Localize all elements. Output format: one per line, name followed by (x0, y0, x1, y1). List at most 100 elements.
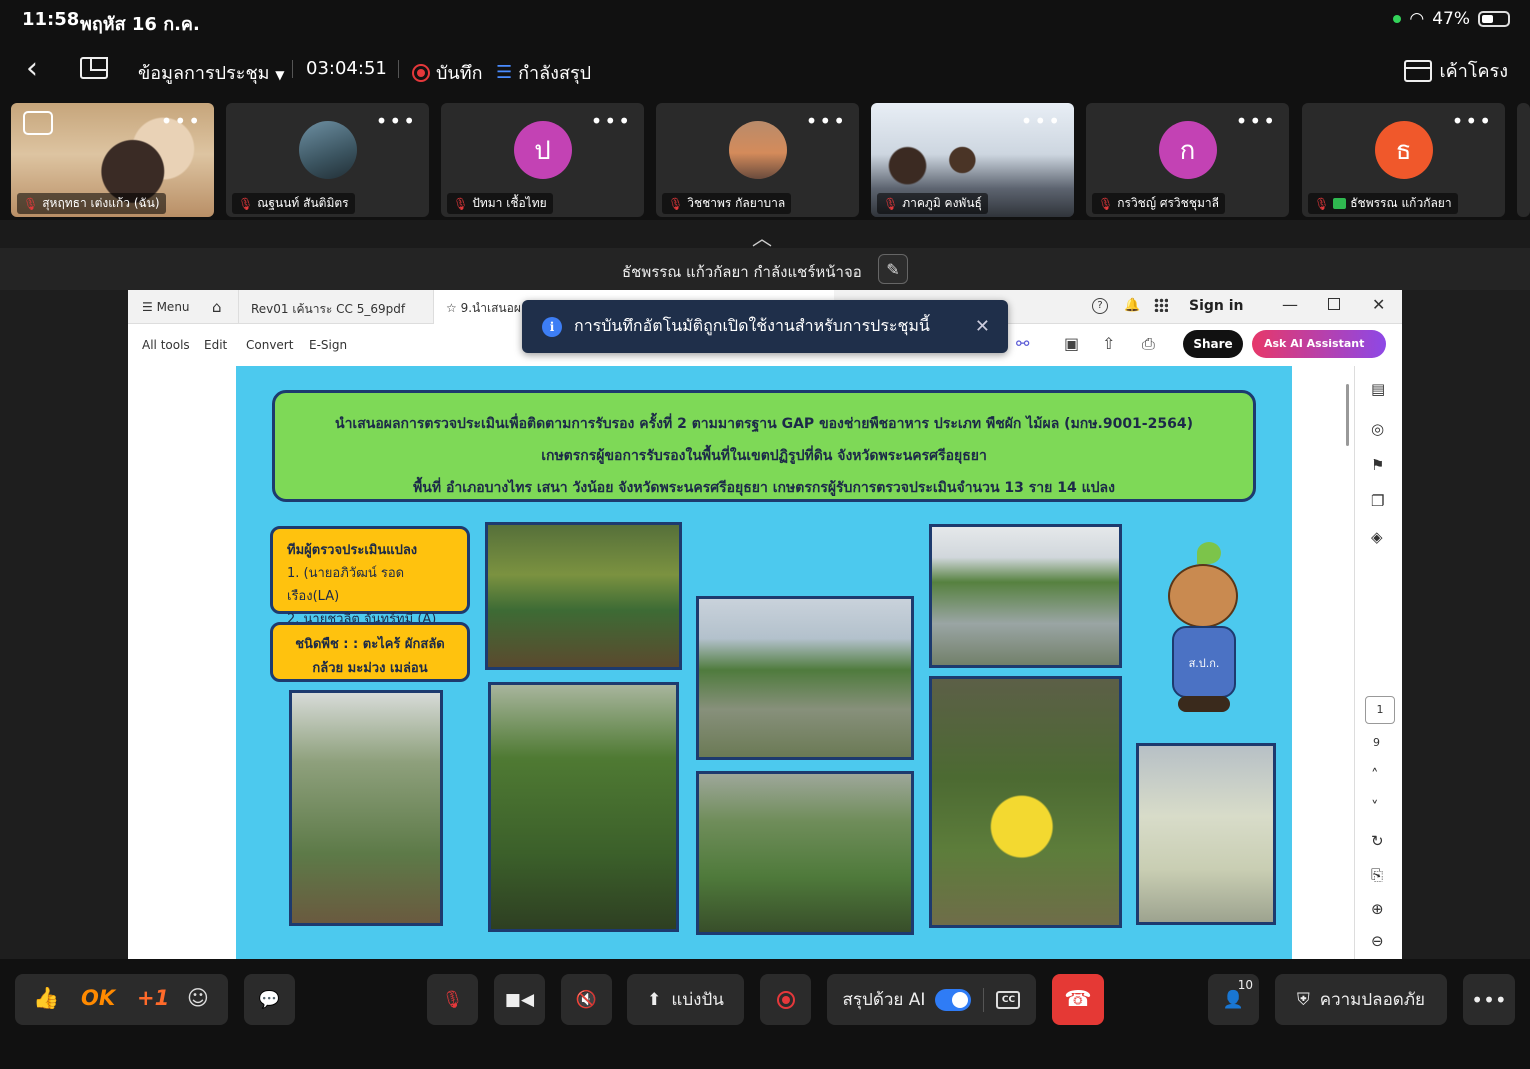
participant-tile[interactable]: ป ••• 🎙 ปัทมา เชื้อไทย (441, 103, 644, 217)
tool-convert[interactable]: Convert (246, 338, 293, 352)
more-icon[interactable]: ••• (806, 109, 847, 133)
hang-up-icon: ☎ (1064, 987, 1092, 1012)
apps-icon[interactable] (1154, 298, 1168, 312)
participant-name: สุหฤทธา เต่งแก้ว (ฉัน) (42, 196, 160, 210)
print-icon[interactable]: ⎙ (1142, 334, 1155, 354)
participant-name-tag: 🎙 กรวิชญ์ ศรวิชชุมาลี (1092, 193, 1225, 214)
minimize-icon[interactable]: — (1282, 295, 1298, 314)
back-icon[interactable]: ‹ (26, 54, 38, 84)
ai-summary-toggle[interactable] (935, 988, 972, 1011)
ok-reaction[interactable]: OK (81, 986, 115, 1010)
layout-icon (1403, 59, 1432, 82)
share-banner: ธัชพรรณ แก้วกัลยา กำลังแชร์หน้าจอ ✎ (0, 248, 1530, 290)
mic-button[interactable]: 🎙 (427, 974, 478, 1025)
rotate-icon[interactable]: ↻ (1371, 832, 1384, 850)
upload-icon[interactable]: ⇧ (1102, 334, 1115, 353)
security-button[interactable]: ⛨ ความปลอดภัย (1275, 974, 1447, 1025)
plus-one-reaction[interactable]: +1 (137, 986, 169, 1010)
participants-button[interactable]: 👤 10 (1208, 974, 1259, 1025)
home-icon[interactable]: ⌂ (212, 298, 222, 316)
meeting-info-button[interactable]: ข้อมูลการประชุม ▼ (138, 58, 285, 87)
participant-tile[interactable]: ••• 🎙 ณฐนนท์ สันติมิตร (226, 103, 429, 217)
tool-esign[interactable]: E-Sign (309, 338, 347, 352)
end-call-button[interactable]: ☎ (1052, 974, 1104, 1025)
record-status[interactable]: บันทึก (412, 58, 483, 87)
bell-icon[interactable]: 🔔 (1124, 298, 1140, 313)
more-icon[interactable]: ••• (591, 109, 632, 133)
page-up-icon[interactable]: ˄ (1371, 766, 1379, 784)
divider (983, 987, 985, 1012)
participant-tile[interactable]: ••• 🎙 วิชชาพร กัลยาบาล (656, 103, 859, 217)
picture-in-picture-icon[interactable] (80, 57, 108, 79)
more-icon[interactable]: ••• (1452, 109, 1493, 133)
captions-button[interactable]: CC (996, 990, 1021, 1009)
reactions-bar: 👍 OK +1 ☺ (15, 974, 228, 1025)
more-icon[interactable]: ••• (376, 109, 417, 133)
maximize-icon[interactable] (1328, 298, 1340, 310)
crops-box: ชนิดพืช : : ตะไคร้ ผักสลัด กล้วย มะม่วง … (270, 622, 470, 682)
sign-in-button[interactable]: Sign in (1189, 298, 1244, 314)
page-down-icon[interactable]: ˅ (1371, 798, 1379, 816)
layout-button[interactable]: เค้าโครง (1403, 56, 1508, 85)
record-button[interactable] (760, 974, 811, 1025)
pdf-tab[interactable]: Rev01 เค้นาระ CC 5_69pdf (238, 290, 434, 324)
close-toast-icon[interactable]: ✕ (975, 316, 990, 337)
participant-name: ภาคภูมิ คงพันธุ์ (902, 196, 982, 210)
zoom-in-icon[interactable]: ⊕ (1371, 900, 1384, 918)
photo-irrigation-canal (929, 524, 1122, 668)
bookmark-icon[interactable]: ⚑ (1371, 456, 1384, 474)
extract-icon[interactable]: ⎘ (1371, 866, 1383, 884)
team-title: ทีมผู้ตรวจประเมินแปลง (287, 543, 418, 558)
crops-line: กล้วย มะม่วง เมล่อน (312, 661, 428, 676)
share-screen-button[interactable]: ⬆ แบ่งปัน (627, 974, 744, 1025)
tool-all-tools[interactable]: All tools (142, 338, 190, 352)
ai-assistant-button[interactable]: Ask AI Assistant (1252, 330, 1386, 358)
auto-record-toast: i การบันทึกอัตโนมัติถูกเปิดใช้งานสำหรับก… (522, 300, 1008, 353)
collapse-strip-icon[interactable]: ︿ (752, 222, 772, 251)
annotate-icon[interactable]: ✎ (878, 254, 908, 284)
camera-switch-icon[interactable] (23, 111, 53, 135)
compare-icon[interactable]: ⚯ (1016, 334, 1029, 353)
photo-salad-crop (485, 522, 682, 670)
wifi-icon: ◠ (1409, 9, 1425, 29)
comment-icon[interactable]: ▤ (1371, 380, 1385, 398)
camera-button[interactable]: ■◀ (494, 974, 545, 1025)
thumbs-up-icon[interactable]: 👍 (33, 986, 59, 1011)
layers-icon[interactable]: ◈ (1371, 528, 1383, 546)
more-icon[interactable]: ••• (1021, 109, 1062, 133)
emoji-icon[interactable]: ☺ (187, 986, 209, 1010)
participant-tile[interactable]: ••• 🎙 ภาคภูมิ คงพันธุ์ (871, 103, 1074, 217)
participant-name-tag: 🎙 ณฐนนท์ สันติมิตร (232, 193, 355, 214)
more-icon[interactable]: ••• (161, 109, 202, 133)
photo-lemongrass-bundles (1136, 743, 1276, 925)
menu-button[interactable]: ☰ Menu (142, 300, 190, 314)
participant-tile[interactable]: ธ ••• 🎙 ธัชพรรณ แก้วกัลยา (1302, 103, 1505, 217)
help-icon[interactable]: ? (1092, 298, 1108, 314)
battery-fill (1482, 15, 1493, 23)
photo-lemongrass-close (696, 771, 914, 935)
participant-tile[interactable]: ก ••• 🎙 กรวิชญ์ ศรวิชชุมาลี (1086, 103, 1289, 217)
more-options-button[interactable]: ••• (1463, 974, 1515, 1025)
inspector-team-box: ทีมผู้ตรวจประเมินแปลง 1. (นายอภิวัฒน์ รอ… (270, 526, 470, 627)
shared-screen: ☰ Menu ⌂ Rev01 เค้นาระ CC 5_69pdf ☆ 9.นำ… (128, 290, 1402, 959)
summary-status[interactable]: ☰ กำลังสรุป (496, 58, 591, 87)
speaker-button[interactable]: 🔇 (561, 974, 612, 1025)
video-camera-icon: ■◀ (504, 989, 535, 1010)
ai-icon[interactable]: ◎ (1371, 420, 1384, 438)
participant-tile[interactable] (1517, 103, 1530, 217)
pages-icon[interactable]: ❐ (1371, 492, 1384, 510)
zoom-out-icon[interactable]: ⊖ (1371, 932, 1384, 950)
pdf-scrollbar[interactable] (1346, 384, 1349, 446)
save-icon[interactable]: ▣ (1064, 334, 1079, 353)
tool-edit[interactable]: Edit (204, 338, 227, 352)
share-button[interactable]: Share (1183, 330, 1243, 358)
layout-label: เค้าโครง (1439, 61, 1508, 82)
participant-tile[interactable]: ••• 🎙 สุหฤทธา เต่งแก้ว (ฉัน) (11, 103, 214, 217)
more-icon[interactable]: ••• (1236, 109, 1277, 133)
chat-button[interactable]: 💬 (244, 974, 295, 1025)
mic-off-icon: 🎙 (238, 196, 254, 211)
page-number-input[interactable]: 1 (1365, 696, 1395, 724)
close-window-icon[interactable]: ✕ (1372, 295, 1385, 314)
mic-off-icon: 🎙 (668, 196, 684, 211)
mascot-body: ส.ป.ก. (1172, 626, 1236, 698)
